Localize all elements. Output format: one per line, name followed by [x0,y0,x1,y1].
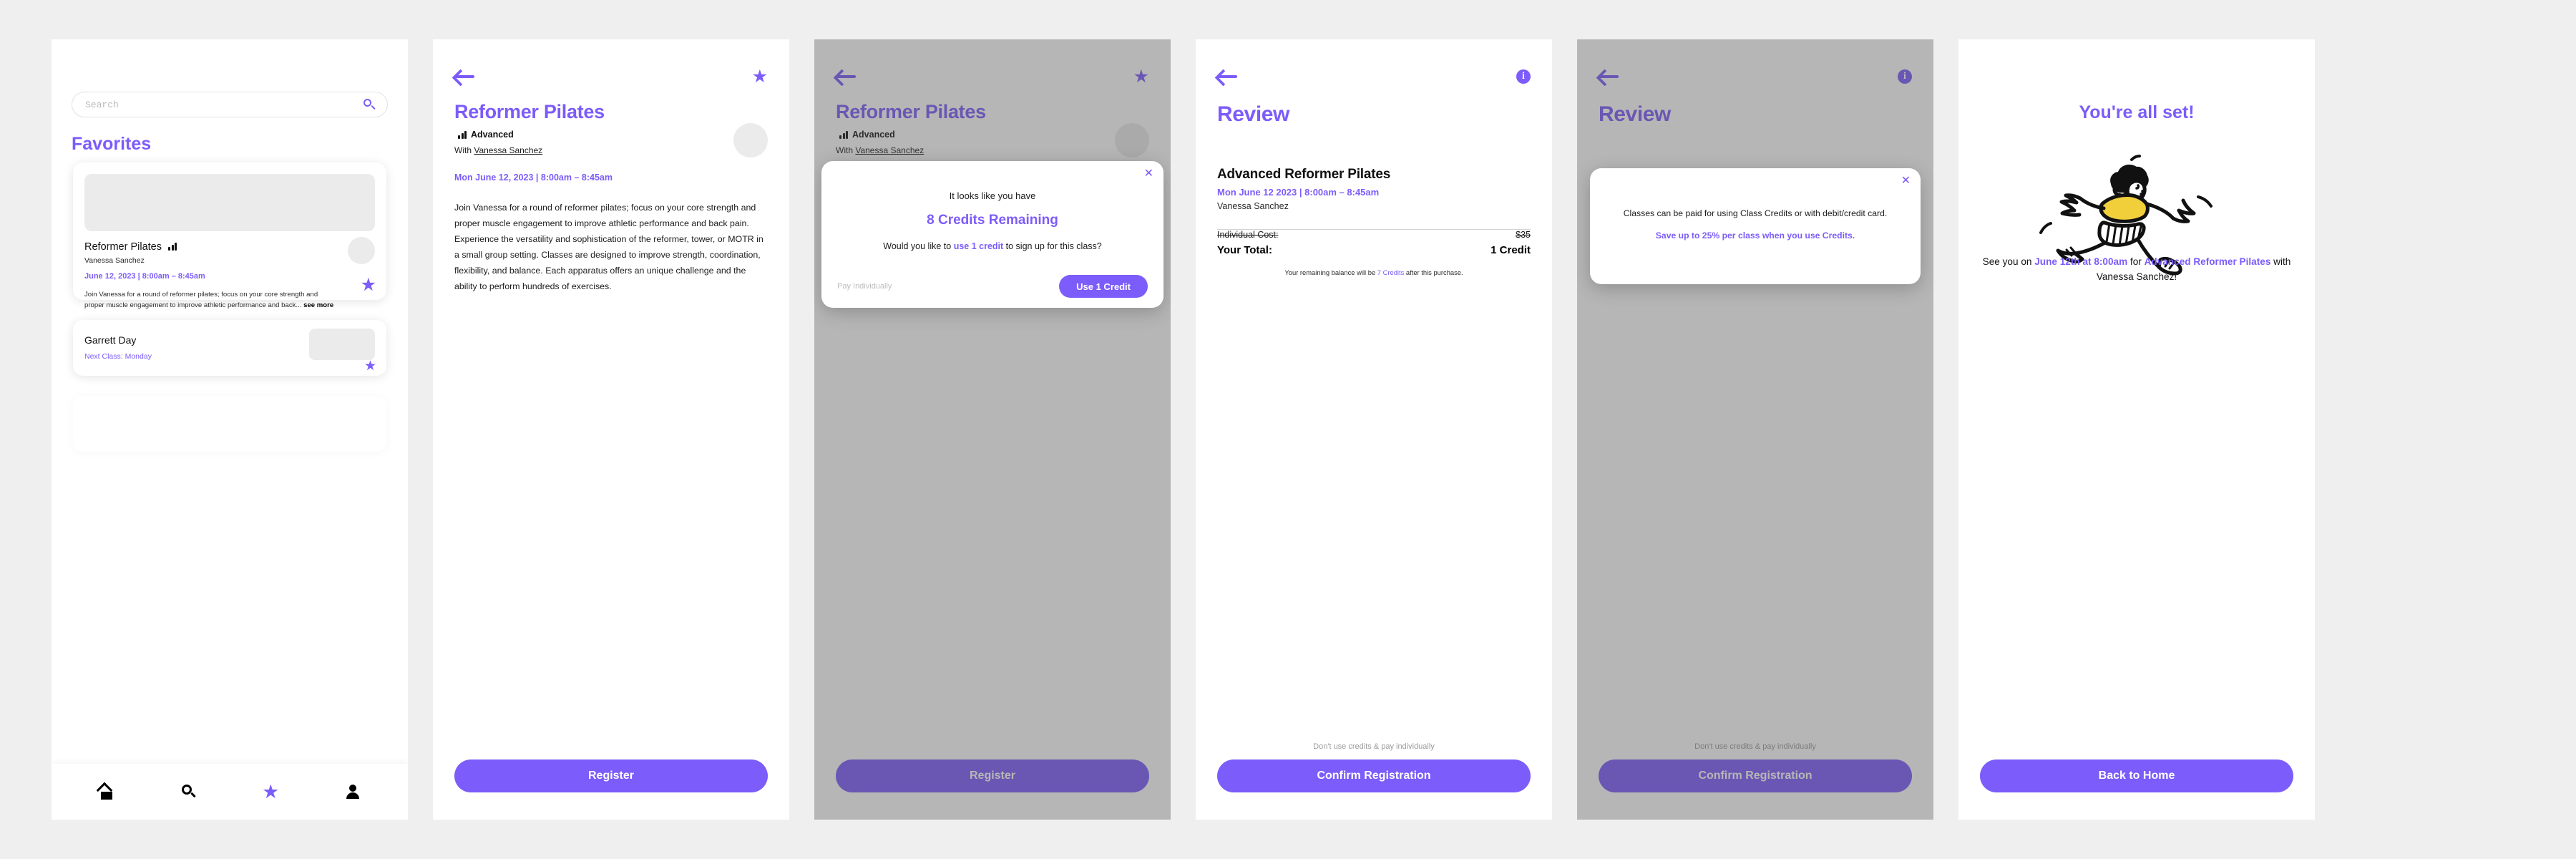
with-prefix: With [454,145,474,155]
class-card-description: Join Vanessa for a round of reformer pil… [84,290,336,311]
tab-profile[interactable] [341,781,365,802]
tab-search[interactable] [177,781,201,802]
page-title: Review [1217,102,1289,126]
class-datetime: Mon June 12, 2023 | 8:00am – 8:45am [454,173,613,183]
favorite-instructor-card[interactable]: Garrett Day Next Class: Monday ★ [73,320,386,376]
total-label: Your Total: [1217,244,1272,256]
class-level: Advanced [454,130,514,140]
screen-review: i Review Advanced Reformer Pilates Mon J… [1196,39,1552,820]
instructor-avatar [733,123,768,157]
info-modal-line-2: Save up to 25% per class when you use Cr… [1655,230,1855,241]
message-date: June 12th at 8:00am [2034,256,2128,267]
individual-cost-label: Individual Cost: [1217,230,1279,240]
credits-modal-headline: 8 Credits Remaining [927,213,1058,228]
message-class: Advanced Reformer Pilates [2144,256,2271,267]
screen-class-detail-credits-modal: ★ Reformer Pilates Advanced With Vanessa… [814,39,1171,820]
message-mid: for [2127,256,2145,267]
question-pre: Would you like to [883,241,954,251]
credits-info-modal: ✕ Classes can be paid for using Class Cr… [1590,168,1921,284]
class-card-description-text: Join Vanessa for a round of reformer pil… [84,291,318,309]
screen-favorites: Favorites Reformer Pilates Vanessa Sanch… [52,39,408,820]
question-post: to sign up for this class? [1003,241,1102,251]
class-instructor-line: With Vanessa Sanchez [454,145,542,155]
difficulty-bars-icon [458,130,467,139]
search-bar[interactable] [72,92,388,117]
balance-value: 7 Credits [1377,268,1405,276]
instructor-card-next-class: Next Class: Monday [84,352,152,361]
class-card-datetime: June 12, 2023 | 8:00am – 8:45am [84,272,205,281]
balance-pre: Your remaining balance will be [1284,268,1377,276]
screen-confirmation: You're all set! See you on June 12th at … [1958,39,2315,820]
remaining-balance-note: Your remaining balance will be 7 Credits… [1217,268,1531,276]
favorite-star-icon[interactable]: ★ [361,276,376,294]
search-input[interactable] [84,98,364,111]
instructor-link[interactable]: Vanessa Sanchez [474,145,542,155]
modal-scrim[interactable] [1577,39,1933,820]
review-individual-cost-row: Individual Cost: $35 [1217,230,1531,240]
class-description: Join Vanessa for a round of reformer pil… [454,203,763,292]
credits-modal-intro: It looks like you have [949,190,1036,201]
instructor-card-title: Garrett Day [84,334,137,346]
search-icon[interactable] [364,98,376,111]
person-icon [345,784,361,800]
favorite-card-peek[interactable] [73,396,386,452]
star-icon: ★ [262,780,280,802]
bottom-tab-bar: ★ [52,764,408,820]
confirm-registration-button[interactable]: Confirm Registration [1217,759,1531,792]
top-bar: i [1196,62,1552,91]
tab-home[interactable] [94,781,119,802]
screen-review-info-modal: i Review Advanced Reformer Pilates Mon J… [1577,39,1933,820]
back-arrow-icon[interactable] [1217,69,1239,84]
screen-flow: Favorites Reformer Pilates Vanessa Sanch… [0,0,2576,859]
page-title: You're all set! [2079,102,2195,122]
register-button[interactable]: Register [454,759,768,792]
class-card-instructor: Vanessa Sanchez [84,256,145,265]
favorite-star-icon[interactable]: ★ [752,67,768,86]
info-icon[interactable]: i [1516,69,1531,84]
individual-cost-value: $35 [1516,230,1531,240]
use-credit-link[interactable]: use 1 credit [954,241,1003,251]
pay-individually-link[interactable]: Don't use credits & pay individually [1196,742,1552,751]
credits-modal-question: Would you like to use 1 credit to sign u… [837,240,1148,253]
see-more-link[interactable]: see more [303,301,333,309]
favorite-star-icon[interactable]: ★ [364,359,376,373]
review-instructor: Vanessa Sanchez [1217,201,1289,211]
tab-favorites[interactable]: ★ [258,781,283,802]
close-icon[interactable]: ✕ [1901,175,1911,187]
favorite-class-card[interactable]: Reformer Pilates Vanessa Sanchez June 12… [73,162,386,309]
home-icon [98,785,115,800]
info-modal-line-1: Classes can be paid for using Class Cred… [1623,208,1888,218]
review-total-row: Your Total: 1 Credit [1217,244,1531,256]
back-arrow-icon[interactable] [454,69,476,84]
credits-modal-actions: Pay Individually Use 1 Credit [837,275,1148,298]
class-title: Reformer Pilates [454,101,605,122]
close-icon[interactable]: ✕ [1144,168,1153,180]
instructor-avatar [348,237,375,264]
search-icon [181,784,197,800]
instructor-thumbnail [309,329,375,360]
modal-scrim[interactable] [814,39,1171,820]
difficulty-bars-icon [168,243,177,251]
class-card-title: Reformer Pilates [84,241,177,253]
screen-class-detail: ★ Reformer Pilates Advanced With Vanessa… [433,39,789,820]
confirmation-message: See you on June 12th at 8:00am for Advan… [1979,254,2295,284]
credits-modal: ✕ It looks like you have 8 Credits Remai… [821,161,1163,308]
use-one-credit-button[interactable]: Use 1 Credit [1059,275,1148,298]
total-value: 1 Credit [1491,244,1531,256]
class-card-title-text: Reformer Pilates [84,241,162,253]
review-datetime: Mon June 12 2023 | 8:00am – 8:45am [1217,187,1380,198]
review-class-title: Advanced Reformer Pilates [1217,167,1391,182]
balance-post: after this purchase. [1404,268,1463,276]
message-pre: See you on [1982,256,2035,267]
page-title: Favorites [72,134,152,154]
back-to-home-button[interactable]: Back to Home [1980,759,2293,792]
top-bar: ★ [433,62,789,91]
class-thumbnail [84,174,375,231]
pay-individually-link[interactable]: Pay Individually [837,282,892,291]
class-level-label: Advanced [471,130,514,140]
